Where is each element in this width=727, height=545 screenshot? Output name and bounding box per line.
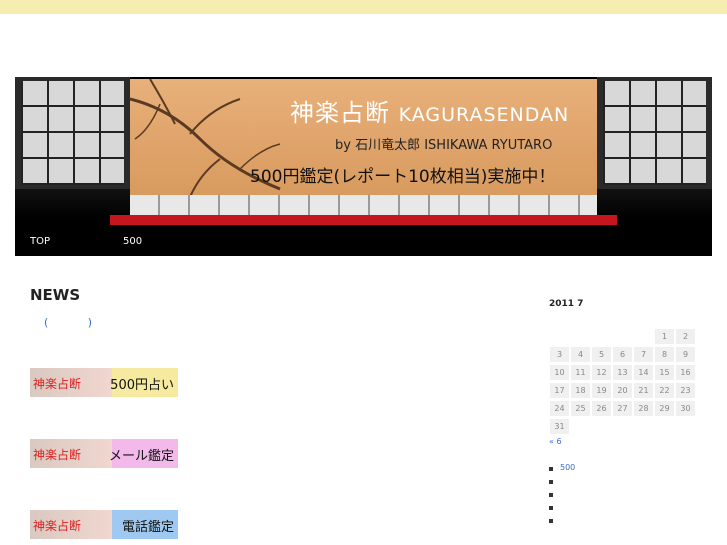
calendar-day: 31 [550, 419, 569, 434]
sidebar-list-item[interactable] [549, 515, 575, 528]
main-nav: TOP 500 [15, 229, 712, 256]
calendar-day: 21 [634, 383, 653, 398]
calendar-day: 26 [592, 401, 611, 416]
site-header: 神楽占断 KAGURASENDAN by 石川竜太郎 ISHIKAWA RYUT… [15, 77, 712, 256]
calendar-title: 2011 7 [549, 299, 584, 309]
promo-label: 500円占い [110, 378, 174, 393]
promo-logo-image: 神楽占断 [30, 368, 112, 397]
calendar-day: 2 [676, 329, 695, 344]
calendar-day: 16 [676, 365, 695, 380]
banner-promo-text: 500円鑑定(レポート10枚相当)実施中！ [250, 167, 556, 187]
calendar-day: 9 [676, 347, 695, 362]
nav-item-top[interactable]: TOP [30, 236, 50, 247]
calendar-day [571, 329, 590, 344]
calendar-day: 20 [613, 383, 632, 398]
calendar-day: 30 [676, 401, 695, 416]
promo-banner-mail[interactable]: 神楽占断 メール鑑定 [30, 439, 178, 468]
calendar-day: 3 [550, 347, 569, 362]
sidebar-list: 500 [549, 463, 575, 528]
nav-item-500[interactable]: 500 [123, 236, 142, 247]
promo-label: 電話鑑定 [121, 520, 174, 535]
calendar-day [634, 329, 653, 344]
calendar-day: 28 [634, 401, 653, 416]
calendar-day: 24 [550, 401, 569, 416]
sidebar-list-item[interactable]: 500 [549, 463, 575, 476]
promo-logo-image: 神楽占断 [30, 439, 112, 468]
banner-author: by 石川竜太郎 ISHIKAWA RYUTARO [335, 138, 553, 153]
news-heading: NEWS [30, 286, 81, 304]
promo-banner-500[interactable]: 神楽占断 500円占い [30, 368, 178, 397]
calendar-day: 18 [571, 383, 590, 398]
calendar-day: 22 [655, 383, 674, 398]
calendar-prev-link[interactable]: « 6 [549, 437, 562, 446]
calendar-day [550, 329, 569, 344]
calendar-day: 15 [655, 365, 674, 380]
calendar-day: 14 [634, 365, 653, 380]
sidebar-list-item[interactable] [549, 502, 575, 515]
promo-logo-image: 神楽占断 [30, 510, 112, 539]
calendar-day: 11 [571, 365, 590, 380]
calendar-day: 25 [571, 401, 590, 416]
red-carpet [110, 215, 617, 225]
calendar-day: 27 [613, 401, 632, 416]
shoji-screen-left [15, 77, 130, 189]
calendar-day [592, 329, 611, 344]
banner-title: 神楽占断 KAGURASENDAN [290, 99, 570, 127]
sidebar-list-item[interactable] [549, 476, 575, 489]
calendar-day: 19 [592, 383, 611, 398]
calendar-day [613, 329, 632, 344]
calendar-day: 4 [571, 347, 590, 362]
calendar-day: 29 [655, 401, 674, 416]
calendar-day: 17 [550, 383, 569, 398]
calendar-day: 23 [676, 383, 695, 398]
top-strip [0, 0, 727, 14]
header-banner[interactable]: 神楽占断 KAGURASENDAN by 石川竜太郎 ISHIKAWA RYUT… [130, 79, 597, 197]
shoji-screen-right [597, 77, 712, 189]
stage-floor [130, 195, 597, 217]
sidebar-list-item[interactable] [549, 489, 575, 502]
calendar-day: 1 [655, 329, 674, 344]
calendar-day: 12 [592, 365, 611, 380]
calendar-day: 13 [613, 365, 632, 380]
calendar-day: 7 [634, 347, 653, 362]
calendar-day: 6 [613, 347, 632, 362]
promo-label: メール鑑定 [108, 449, 174, 464]
news-link[interactable]: ( ) [44, 316, 110, 329]
calendar-day: 8 [655, 347, 674, 362]
calendar-day: 5 [592, 347, 611, 362]
calendar-day: 10 [550, 365, 569, 380]
promo-banner-phone[interactable]: 神楽占断 電話鑑定 [30, 510, 178, 539]
